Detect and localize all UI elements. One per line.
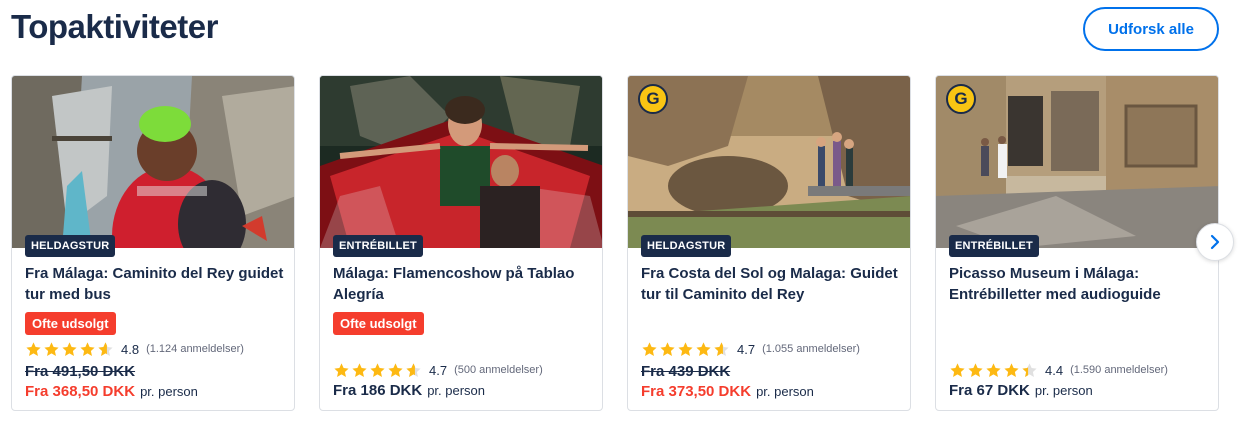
activity-card[interactable]: G ENTRÉBILLET Picasso Museum i Málaga: E… bbox=[935, 75, 1219, 411]
sellout-badge: Ofte udsolgt bbox=[333, 312, 424, 335]
star-icon bbox=[660, 341, 675, 356]
review-count: (500 anmeldelser) bbox=[454, 364, 543, 376]
half-star-icon bbox=[714, 341, 729, 356]
getyourguide-logo: G bbox=[638, 84, 668, 114]
price-unit: pr. person bbox=[756, 384, 814, 399]
getyourguide-logo: G bbox=[946, 84, 976, 114]
category-badge: HELDAGSTUR bbox=[25, 235, 116, 257]
price: Fra 373,50 DKK bbox=[641, 383, 752, 400]
activity-image bbox=[320, 76, 602, 248]
explore-all-button[interactable]: Udforsk alle bbox=[1083, 7, 1219, 51]
rating-stars bbox=[25, 341, 114, 358]
half-star-icon bbox=[98, 341, 113, 356]
star-icon bbox=[44, 341, 59, 356]
star-icon bbox=[388, 362, 403, 377]
rating-value: 4.7 bbox=[737, 341, 756, 357]
activity-card[interactable]: G HELDAGSTUR Fra Costa del Sol og Malaga… bbox=[627, 75, 911, 411]
category-badge: HELDAGSTUR bbox=[641, 235, 732, 257]
price: Fra 186 DKK bbox=[333, 382, 423, 399]
half-star-icon bbox=[406, 362, 421, 377]
half-star-icon bbox=[1022, 362, 1037, 377]
activity-title[interactable]: Picasso Museum i Málaga: Entrébilletter … bbox=[949, 263, 1211, 305]
activity-title[interactable]: Fra Costa del Sol og Malaga: Guidet tur … bbox=[641, 263, 903, 305]
rating-stars bbox=[333, 362, 422, 379]
star-icon bbox=[642, 341, 657, 356]
price-unit: pr. person bbox=[140, 384, 198, 399]
star-icon bbox=[1004, 362, 1019, 377]
star-icon bbox=[370, 362, 385, 377]
rating-row: 4.7 (500 anmeldelser) bbox=[333, 361, 543, 379]
rating-value: 4.4 bbox=[1045, 362, 1064, 378]
activity-title[interactable]: Fra Málaga: Caminito del Rey guidet tur … bbox=[25, 263, 287, 305]
star-icon bbox=[334, 362, 349, 377]
rating-value: 4.7 bbox=[429, 362, 448, 378]
star-icon bbox=[80, 341, 95, 356]
star-icon bbox=[352, 362, 367, 377]
carousel-next-button[interactable] bbox=[1196, 223, 1234, 261]
original-price: Fra 491,50 DKK bbox=[25, 363, 136, 380]
page-title: Topaktiviteter bbox=[11, 8, 218, 45]
chevron-right-icon bbox=[1210, 234, 1220, 250]
rating-stars bbox=[949, 362, 1038, 379]
price-unit: pr. person bbox=[1034, 383, 1093, 398]
rating-row: 4.7 (1.055 anmeldelser) bbox=[641, 340, 860, 358]
review-count: (1.590 anmeldelser) bbox=[1070, 364, 1168, 376]
original-price: Fra 439 DKK bbox=[641, 363, 731, 380]
price-row: Fra 186 DKK pr. person bbox=[333, 382, 485, 399]
price-row: Fra 373,50 DKK pr. person bbox=[641, 383, 814, 400]
star-icon bbox=[26, 341, 41, 356]
category-badge: ENTRÉBILLET bbox=[949, 235, 1039, 257]
star-icon bbox=[678, 341, 693, 356]
price-unit: pr. person bbox=[427, 383, 486, 398]
activity-card-list: HELDAGSTUR Fra Málaga: Caminito del Rey … bbox=[11, 75, 1219, 411]
review-count: (1.055 anmeldelser) bbox=[762, 343, 860, 355]
price-row: Fra 67 DKK pr. person bbox=[949, 382, 1093, 399]
star-icon bbox=[968, 362, 983, 377]
price: Fra 67 DKK bbox=[949, 382, 1030, 399]
star-icon bbox=[950, 362, 965, 377]
sellout-badge: Ofte udsolgt bbox=[25, 312, 116, 335]
star-icon bbox=[696, 341, 711, 356]
activity-card[interactable]: ENTRÉBILLET Málaga: Flamencoshow på Tabl… bbox=[319, 75, 603, 411]
category-badge: ENTRÉBILLET bbox=[333, 235, 423, 257]
activity-image bbox=[936, 76, 1218, 248]
rating-value: 4.8 bbox=[121, 341, 140, 357]
price-row: Fra 368,50 DKK pr. person bbox=[25, 383, 198, 400]
star-icon bbox=[62, 341, 77, 356]
rating-row: 4.4 (1.590 anmeldelser) bbox=[949, 361, 1168, 379]
rating-stars bbox=[641, 341, 730, 358]
review-count: (1.124 anmeldelser) bbox=[146, 343, 244, 355]
price: Fra 368,50 DKK bbox=[25, 383, 136, 400]
rating-row: 4.8 (1.124 anmeldelser) bbox=[25, 340, 244, 358]
star-icon bbox=[986, 362, 1001, 377]
activity-card[interactable]: HELDAGSTUR Fra Málaga: Caminito del Rey … bbox=[11, 75, 295, 411]
activity-image bbox=[628, 76, 910, 248]
activity-image bbox=[12, 76, 294, 248]
activity-title[interactable]: Málaga: Flamencoshow på Tablao Alegría bbox=[333, 263, 595, 305]
